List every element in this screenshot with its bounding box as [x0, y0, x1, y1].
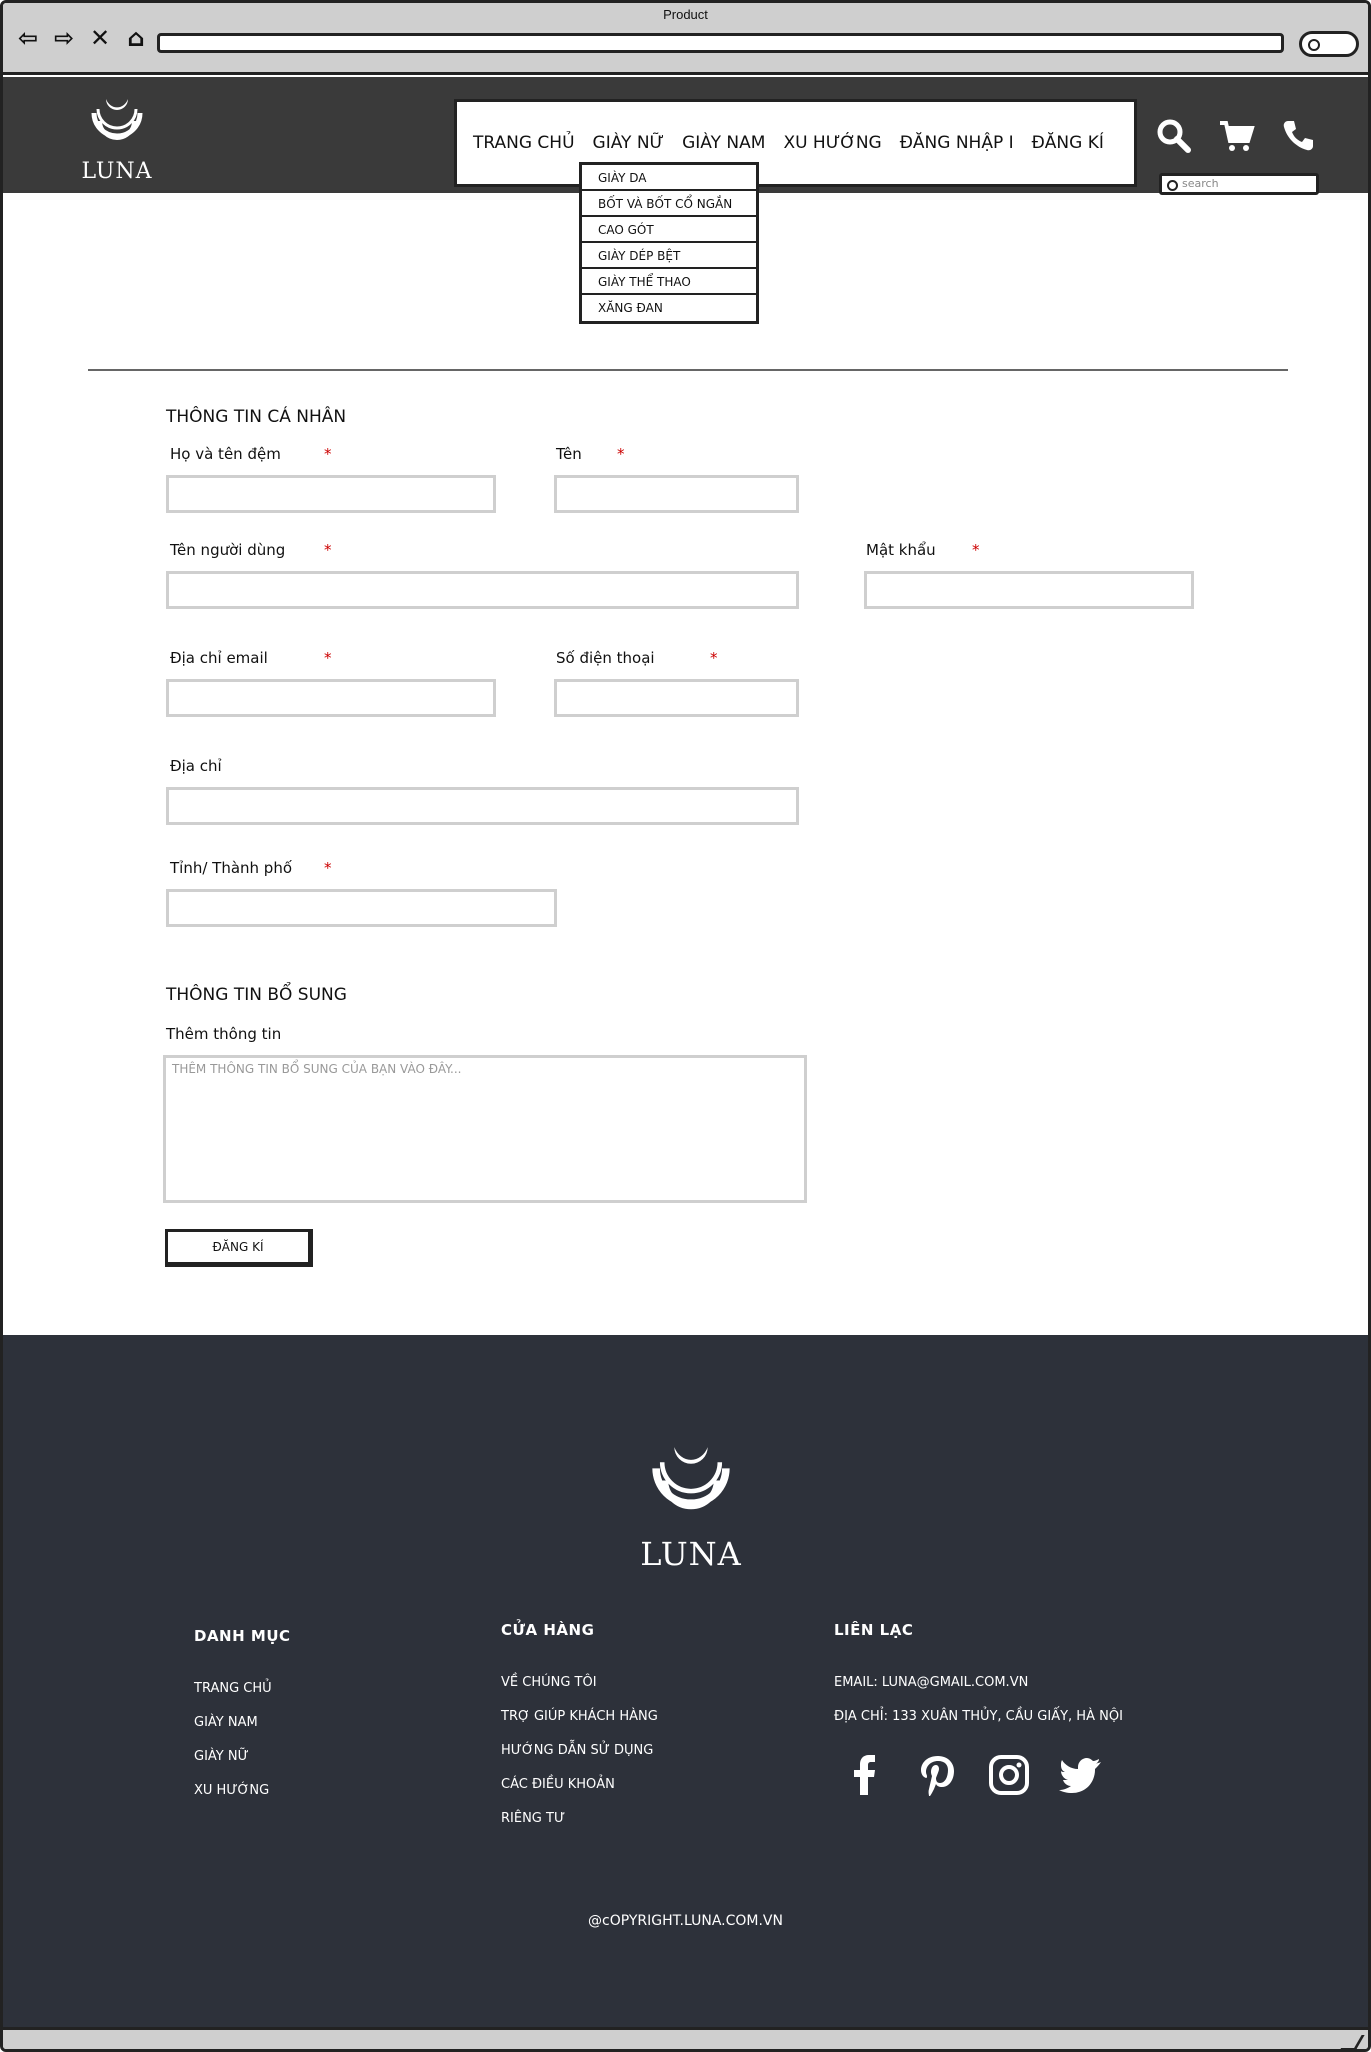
required-mark: *: [324, 649, 332, 667]
footer-link-terms[interactable]: CÁC ĐIỀU KHOẢN: [501, 1777, 615, 1792]
dropdown-item-boots[interactable]: BỐT VÀ BỐT CỔ NGẮN: [582, 191, 756, 217]
close-icon[interactable]: ✕: [87, 24, 113, 52]
dropdown-item-flats[interactable]: GIÀY DÉP BỆT: [582, 243, 756, 269]
resize-grip-icon[interactable]: [1339, 2035, 1365, 2049]
city-label: Tỉnh/ Thành phố: [170, 859, 293, 877]
footer-link-men-shoes[interactable]: GIÀY NAM: [194, 1715, 258, 1730]
required-mark: *: [617, 445, 625, 463]
footer-logo-text: LUNA: [640, 1535, 742, 1573]
browser-search-field[interactable]: [1299, 31, 1359, 57]
password-input[interactable]: [864, 571, 1194, 609]
footer-link-home[interactable]: TRANG CHỦ: [194, 1681, 272, 1696]
browser-window: Product ⇦ ⇨ ✕ ⌂ LUNA TRANG CHỦ GIÀY NỮ G…: [0, 0, 1371, 2052]
header-search-input[interactable]: search: [1159, 173, 1319, 195]
menu-item-trends[interactable]: XU HƯỚNG: [783, 133, 881, 153]
facebook-icon[interactable]: [843, 1753, 887, 1797]
arrow-left-icon[interactable]: ⇦: [15, 24, 41, 52]
phone-icon[interactable]: [1279, 117, 1317, 155]
browser-nav: ⇦ ⇨ ✕ ⌂: [15, 24, 149, 52]
footer-link-about[interactable]: VỀ CHÚNG TÔI: [501, 1675, 597, 1690]
required-mark: *: [324, 859, 332, 877]
first-name-input[interactable]: [554, 475, 799, 513]
menu-item-women-shoes[interactable]: GIÀY NỮ: [593, 133, 665, 153]
additional-info-label: Thêm thông tin: [166, 1025, 282, 1043]
email-label: Địa chỉ email: [170, 649, 268, 667]
footer-link-women-shoes[interactable]: GIÀY NỮ: [194, 1749, 249, 1764]
menu-item-men-shoes[interactable]: GIÀY NAM: [682, 133, 765, 153]
username-label: Tên người dùng: [170, 541, 286, 559]
footer-link-privacy[interactable]: RIÊNG TƯ: [501, 1811, 565, 1826]
footer-heading-categories: DANH MỤC: [194, 1627, 291, 1645]
site-logo[interactable]: LUNA: [77, 91, 157, 184]
home-icon[interactable]: ⌂: [123, 24, 149, 52]
twitter-icon[interactable]: [1059, 1753, 1103, 1797]
phone-input[interactable]: [554, 679, 799, 717]
email-input[interactable]: [166, 679, 496, 717]
copyright-text: @cOPYRIGHT.LUNA.COM.VN: [588, 1913, 783, 1929]
moon-logo-icon: [652, 1447, 730, 1510]
required-mark: *: [324, 445, 332, 463]
footer-email[interactable]: EMAIL: LUNA@GMAIL.COM.VN: [834, 1675, 1028, 1690]
required-mark: *: [324, 541, 332, 559]
required-mark: *: [710, 649, 718, 667]
menu-item-home[interactable]: TRANG CHỦ: [473, 133, 575, 153]
social-icons: [843, 1753, 1103, 1797]
address-bar[interactable]: [157, 33, 1284, 53]
dropdown-item-sandals[interactable]: XĂNG ĐAN: [582, 295, 756, 321]
women-shoes-dropdown: GIÀY DA BỐT VÀ BỐT CỔ NGẮN CAO GÓT GIÀY …: [579, 162, 759, 324]
password-label: Mật khẩu: [866, 541, 936, 559]
dropdown-item-leather-shoes[interactable]: GIÀY DA: [582, 165, 756, 191]
city-input[interactable]: [166, 889, 557, 927]
footer-address: ĐỊA CHỈ: 133 XUÂN THỦY, CẦU GIẤY, HÀ NỘI: [834, 1709, 1123, 1724]
footer-link-trends[interactable]: XU HƯỚNG: [194, 1783, 269, 1798]
additional-info-title: THÔNG TIN BỔ SUNG: [166, 985, 347, 1005]
additional-info-textarea[interactable]: THÊM THÔNG TIN BỔ SUNG CỦA BẠN VÀO ĐÂY..…: [163, 1055, 807, 1203]
cart-icon[interactable]: [1217, 117, 1255, 155]
footer-heading-store: CỬA HÀNG: [501, 1621, 595, 1639]
required-mark: *: [972, 541, 980, 559]
search-icon[interactable]: [1155, 117, 1193, 155]
last-middle-name-label: Họ và tên đệm: [170, 445, 281, 463]
instagram-icon[interactable]: [987, 1753, 1031, 1797]
menu-item-login[interactable]: ĐĂNG NHẬP I: [900, 133, 1014, 153]
header-icons: [1155, 117, 1317, 155]
address-input[interactable]: [166, 787, 799, 825]
arrow-right-icon[interactable]: ⇨: [51, 24, 77, 52]
footer-logo[interactable]: LUNA: [635, 1435, 747, 1573]
footer-heading-contact: LIÊN LẠC: [834, 1621, 914, 1639]
phone-label: Số điện thoại: [556, 649, 655, 667]
section-divider: [88, 369, 1288, 371]
dropdown-item-high-heels[interactable]: CAO GÓT: [582, 217, 756, 243]
logo-text: LUNA: [81, 159, 153, 184]
personal-info-title: THÔNG TIN CÁ NHÂN: [166, 407, 347, 427]
username-input[interactable]: [166, 571, 799, 609]
window-title: Product: [663, 7, 708, 22]
footer-link-guide[interactable]: HƯỚNG DẪN SỬ DỤNG: [501, 1743, 653, 1758]
browser-status-bar: [3, 2027, 1368, 2049]
last-middle-name-input[interactable]: [166, 475, 496, 513]
menu-item-register[interactable]: ĐĂNG KÍ: [1032, 133, 1104, 153]
site-footer: LUNA DANH MỤC TRANG CHỦ GIÀY NAM GIÀY NỮ…: [3, 1335, 1368, 2027]
first-name-label: Tên: [556, 445, 582, 463]
dropdown-item-sneakers[interactable]: GIÀY THỂ THAO: [582, 269, 756, 295]
pinterest-icon[interactable]: [915, 1753, 959, 1797]
moon-logo-icon: [91, 99, 143, 140]
browser-chrome: Product ⇦ ⇨ ✕ ⌂: [3, 3, 1368, 75]
footer-link-support[interactable]: TRỢ GIÚP KHÁCH HÀNG: [501, 1709, 658, 1724]
register-button[interactable]: ĐĂNG KÍ: [165, 1229, 313, 1267]
main-menu: TRANG CHỦ GIÀY NỮ GIÀY NAM XU HƯỚNG ĐĂNG…: [454, 99, 1137, 187]
address-label: Địa chỉ: [170, 757, 222, 775]
